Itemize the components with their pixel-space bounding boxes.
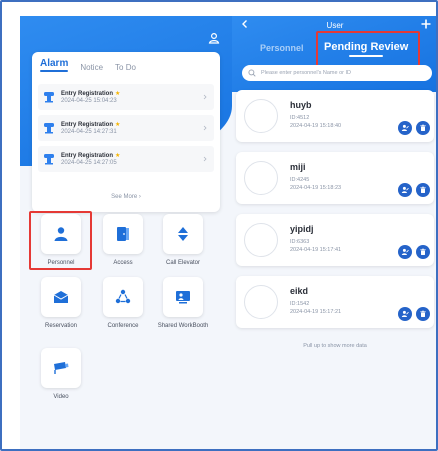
person-id: ID:4512 (290, 115, 310, 121)
trash-icon (420, 186, 426, 193)
trash-icon (420, 248, 426, 255)
tab-todo[interactable]: To Do (115, 63, 136, 72)
search-input[interactable] (261, 70, 421, 76)
search-icon (248, 69, 256, 77)
tab-personnel[interactable]: Personnel (260, 43, 304, 53)
highlight-box-pending-review (316, 31, 420, 68)
tab-alarm[interactable]: Alarm (40, 58, 69, 72)
alarm-siren-icon (44, 123, 54, 134)
alarm-tabs: Alarm Notice To Do (40, 58, 136, 72)
grid-label: Shared WorkBooth (157, 323, 209, 329)
conference-tile[interactable] (103, 277, 143, 317)
star-icon: ★ (115, 122, 121, 128)
chevron-right-icon (203, 156, 207, 162)
tab-notice[interactable]: Notice (80, 63, 103, 72)
alarm-title: Entry Registration (61, 90, 114, 97)
user-edit-icon (401, 310, 409, 317)
grid-label: Call Elevator (165, 260, 200, 266)
delete-user-button[interactable] (416, 307, 430, 321)
person-name: eikd (290, 286, 309, 296)
person-name: yipidj (290, 224, 314, 234)
delete-user-button[interactable] (416, 121, 430, 135)
trash-icon (420, 124, 426, 131)
delete-user-button[interactable] (416, 183, 430, 197)
grid-item-access[interactable]: Access (96, 214, 150, 267)
person-id: ID:4245 (290, 177, 310, 183)
alarm-item[interactable]: Entry Registration ★ 2024-04-25 14:27:05 (38, 146, 214, 172)
elevator-icon (178, 227, 188, 241)
see-more-link[interactable]: See More › (32, 194, 220, 200)
person-id: ID:1542 (290, 301, 310, 307)
avatar (244, 285, 278, 319)
workbooth-icon (176, 291, 190, 304)
alarm-time: 2024-04-25 14:27:31 (61, 129, 117, 135)
avatar (244, 223, 278, 257)
person-card[interactable]: miji ID:4245 2024-04-19 15:18:23 (236, 152, 434, 204)
avatar (244, 99, 278, 133)
person-name: miji (290, 162, 306, 172)
camera-icon (54, 362, 69, 374)
user-edit-icon (401, 186, 409, 193)
person-name: huyb (290, 100, 312, 110)
person-card[interactable]: yipidj ID:6363 2024-04-19 15:17:41 (236, 214, 434, 266)
highlight-box-personnel (29, 211, 92, 270)
grid-label: Access (113, 260, 133, 266)
edit-user-button[interactable] (398, 307, 412, 321)
conference-icon (115, 289, 131, 304)
grid-item-conference[interactable]: Conference (96, 277, 150, 330)
alarm-siren-icon (44, 92, 54, 103)
chevron-right-icon (203, 125, 207, 131)
grid-label: Reservation (44, 323, 77, 329)
delete-user-button[interactable] (416, 245, 430, 259)
alarm-siren-icon (44, 154, 54, 165)
grid-label: Video (53, 394, 69, 400)
edit-user-button[interactable] (398, 183, 412, 197)
screenshot-frame: Alarm Notice To Do Entry Registration ★ 2… (0, 0, 438, 451)
avatar (244, 161, 278, 195)
see-more-label: See More (111, 194, 138, 200)
shared-workbooth-tile[interactable] (163, 277, 203, 317)
add-icon[interactable] (420, 18, 432, 30)
person-date: 2024-04-19 15:17:21 (290, 309, 342, 315)
person-card[interactable]: huyb ID:4512 2024-04-19 15:18:40 (236, 90, 434, 142)
person-date: 2024-04-19 15:18:23 (290, 185, 342, 191)
star-icon: ★ (115, 153, 121, 159)
alarm-title: Entry Registration (61, 152, 114, 159)
edit-user-button[interactable] (398, 121, 412, 135)
alarm-item[interactable]: Entry Registration ★ 2024-04-25 14:27:31 (38, 115, 214, 141)
alarm-title: Entry Registration (61, 121, 114, 128)
access-tile[interactable] (103, 214, 143, 254)
grid-item-call-elevator[interactable]: Call Elevator (156, 214, 210, 267)
grid-label: Conference (107, 323, 139, 329)
alarm-time: 2024-04-25 14:27:05 (61, 160, 117, 166)
user-screen: User Personnel Pending Review huyb ID:45… (232, 16, 436, 449)
person-card[interactable]: eikd ID:1542 2024-04-19 15:17:21 (236, 276, 434, 328)
user-edit-icon (401, 124, 409, 131)
grid-item-video[interactable]: Video (34, 348, 88, 401)
pull-more-hint: Pull up to show more data (303, 343, 367, 349)
page-title: User (326, 21, 344, 30)
chevron-right-icon (203, 94, 207, 100)
person-id: ID:6363 (290, 239, 310, 245)
alarm-card: Alarm Notice To Do Entry Registration ★ 2… (32, 52, 220, 212)
video-tile[interactable] (41, 348, 81, 388)
call-elevator-tile[interactable] (163, 214, 203, 254)
edit-user-button[interactable] (398, 245, 412, 259)
search-bar[interactable] (242, 65, 432, 81)
grid-item-shared-workbooth[interactable]: Shared WorkBooth (156, 277, 210, 330)
trash-icon (420, 310, 426, 317)
reservation-icon (53, 291, 69, 303)
door-icon (117, 227, 129, 241)
alarm-time: 2024-04-25 15:04:23 (61, 98, 117, 104)
user-edit-icon (401, 248, 409, 255)
star-icon: ★ (115, 91, 121, 97)
person-date: 2024-04-19 15:17:41 (290, 247, 342, 253)
person-date: 2024-04-19 15:18:40 (290, 123, 342, 129)
grid-item-reservation[interactable]: Reservation (34, 277, 88, 330)
user-icon[interactable] (208, 32, 220, 44)
reservation-tile[interactable] (41, 277, 81, 317)
alarm-item[interactable]: Entry Registration ★ 2024-04-25 15:04:23 (38, 84, 214, 110)
